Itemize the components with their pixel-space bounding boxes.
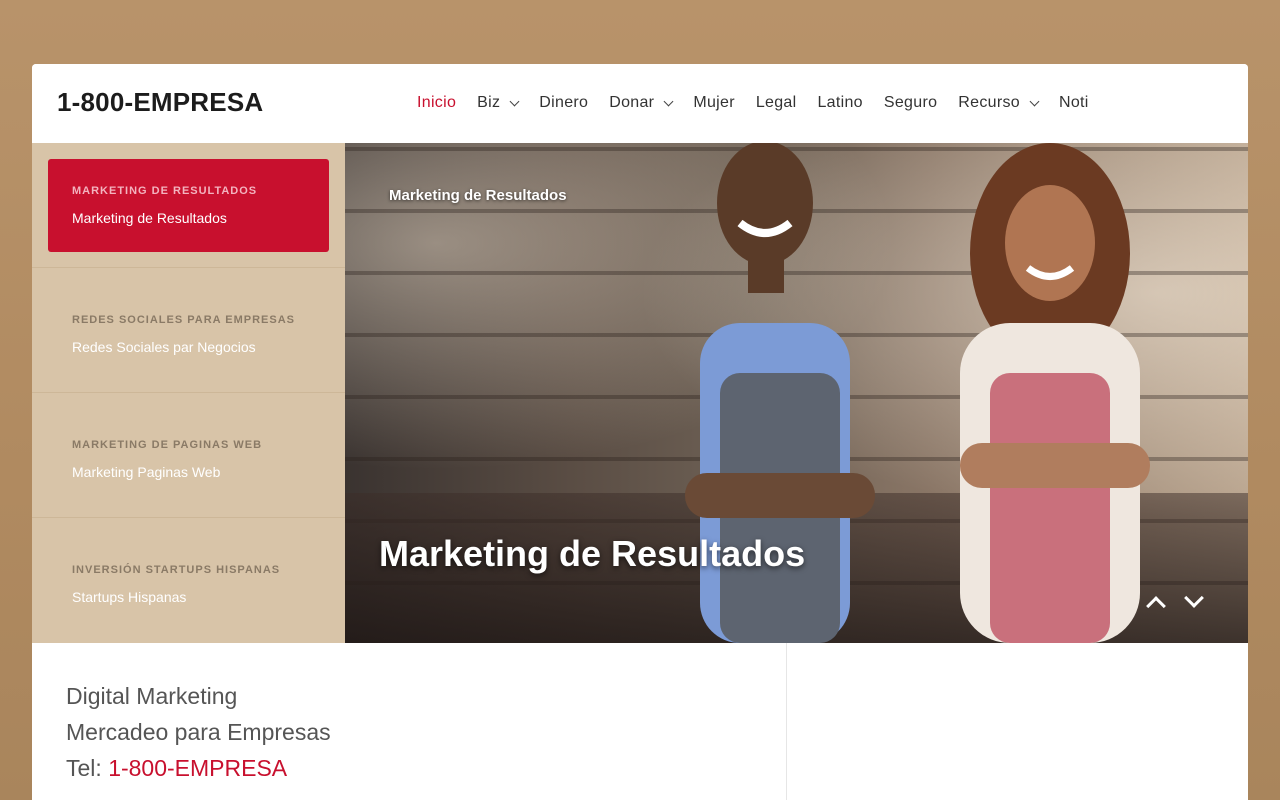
slider-tab-marketing-resultados[interactable]: MARKETING DE RESULTADOS Marketing de Res… (32, 143, 345, 268)
nav-item-legal[interactable]: Legal (756, 94, 797, 112)
nav-item-seguro[interactable]: Seguro (884, 94, 937, 112)
active-tab-card (48, 159, 329, 252)
slide-image: Marketing de Resultados Marketing de Res… (345, 143, 1248, 643)
tab-kicker: MARKETING DE RESULTADOS (72, 185, 258, 197)
nav-label: Seguro (883, 94, 938, 111)
content-divider (786, 643, 787, 800)
nav-item-dinero[interactable]: Dinero (539, 94, 588, 112)
nav-label: Donar (609, 94, 655, 111)
nav-label: Biz (477, 94, 501, 111)
slider-tabs: MARKETING DE RESULTADOS Marketing de Res… (32, 143, 345, 643)
nav-item-donar[interactable]: Donar (609, 94, 674, 112)
nav-item-biz[interactable]: Biz (477, 94, 520, 112)
main-nav: Inicio Biz Dinero Donar Mujer Legal Lati… (417, 94, 1110, 112)
slider-tab-redes-sociales[interactable]: REDES SOCIALES PARA EMPRESAS Redes Socia… (32, 268, 345, 393)
nav-item-inicio[interactable]: Inicio (417, 94, 456, 112)
chevron-down-icon (663, 96, 674, 106)
tab-title: Redes Sociales par Negocios (72, 339, 256, 355)
tab-title: Marketing de Resultados (72, 210, 227, 226)
nav-label: Dinero (539, 94, 589, 111)
tab-kicker: INVERSIÓN STARTUPS HISPANAS (72, 564, 281, 576)
nav-item-noti[interactable]: Noti (1059, 94, 1089, 112)
slider-tab-startups[interactable]: INVERSIÓN STARTUPS HISPANAS Startups His… (32, 518, 345, 643)
phone-line: Tel: 1-800-EMPRESA (66, 755, 287, 782)
nav-label: Recurso (958, 94, 1020, 111)
shop-owner-woman-figure (960, 143, 1150, 643)
tagline-digital-marketing: Digital Marketing (66, 683, 238, 709)
nav-item-recurso[interactable]: Recurso (958, 94, 1040, 112)
slide-kicker: Marketing de Resultados (389, 187, 567, 204)
nav-label: Legal (755, 94, 797, 111)
nav-label: Latino (817, 94, 863, 111)
chevron-down-icon (1029, 96, 1040, 106)
page-frame: 1-800-EMPRESA Inicio Biz Dinero Donar Mu… (32, 64, 1248, 800)
nav-item-latino[interactable]: Latino (817, 94, 862, 112)
tab-title: Startups Hispanas (72, 589, 187, 605)
tab-kicker: REDES SOCIALES PARA EMPRESAS (72, 314, 295, 326)
nav-label: Noti (1058, 94, 1089, 111)
slide-title: Marketing de Resultados (379, 533, 806, 574)
nav-label: Inicio (417, 94, 457, 111)
tagline-mercadeo: Mercadeo para Empresas (66, 719, 331, 745)
tab-title: Marketing Paginas Web (72, 464, 221, 480)
site-header: 1-800-EMPRESA Inicio Biz Dinero Donar Mu… (32, 64, 1248, 143)
phone-label: Tel: (66, 755, 109, 781)
tab-kicker: MARKETING DE PAGINAS WEB (72, 439, 263, 451)
nav-label: Mujer (693, 94, 735, 111)
slider-tab-paginas-web[interactable]: MARKETING DE PAGINAS WEB Marketing Pagin… (32, 393, 345, 518)
chevron-down-icon (509, 96, 520, 106)
contact-section: Digital Marketing Mercadeo para Empresas… (32, 643, 1248, 800)
nav-item-mujer[interactable]: Mujer (693, 94, 735, 112)
hero-slider: MARKETING DE RESULTADOS Marketing de Res… (32, 143, 1248, 643)
site-logo[interactable]: 1-800-EMPRESA (57, 87, 263, 118)
phone-link[interactable]: 1-800-EMPRESA (108, 755, 287, 781)
